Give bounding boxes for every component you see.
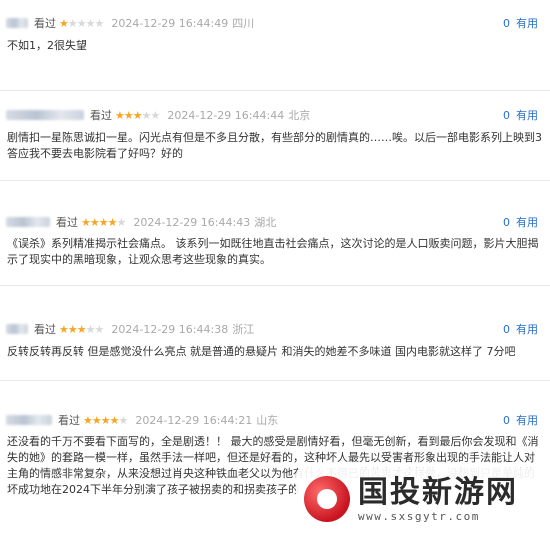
useful-button[interactable]: 0 有用 bbox=[503, 105, 538, 125]
star-empty-icon: ★ bbox=[94, 322, 105, 336]
star-empty-icon: ★ bbox=[85, 322, 96, 336]
star-filled-icon: ★ bbox=[109, 413, 120, 427]
useful-count: 0 bbox=[503, 413, 510, 427]
review-location: 浙江 bbox=[232, 323, 255, 336]
star-empty-icon: ★ bbox=[116, 215, 127, 229]
star-filled-icon: ★ bbox=[81, 215, 91, 229]
review-time: 2024-12-29 16:44:44 bbox=[167, 108, 285, 122]
user-avatar-blurred[interactable] bbox=[6, 18, 28, 28]
watermark-url: www.sxsgytr.com bbox=[358, 509, 480, 523]
review-location: 湖北 bbox=[254, 216, 277, 229]
star-empty-icon: ★ bbox=[85, 16, 96, 30]
star-filled-icon: ★ bbox=[67, 322, 78, 336]
useful-label: 有用 bbox=[516, 414, 538, 427]
review-text: 不如1，2很失望 bbox=[7, 39, 87, 52]
user-avatar-blurred[interactable] bbox=[6, 324, 28, 334]
star-empty-icon: ★ bbox=[67, 16, 78, 30]
star-filled-icon: ★ bbox=[91, 413, 102, 427]
divider bbox=[0, 285, 550, 286]
review-time: 2024-12-29 16:44:49 bbox=[111, 16, 229, 30]
watch-status: 看过 bbox=[90, 109, 112, 122]
useful-count: 0 bbox=[503, 215, 510, 229]
watch-status: 看过 bbox=[34, 323, 56, 336]
useful-button[interactable]: 0 有用 bbox=[503, 13, 538, 33]
review-meta: 看过 ★ ★ ★ ★ ★ 2024-12-29 16:44:49 四川 bbox=[6, 13, 254, 33]
review-meta: 看过 ★ ★ ★ ★ ★ 2024-12-29 16:44:43 湖北 bbox=[6, 212, 276, 232]
watermark-logo-icon bbox=[304, 476, 350, 522]
star-empty-icon: ★ bbox=[150, 108, 161, 122]
star-filled-icon: ★ bbox=[76, 322, 87, 336]
star-filled-icon: ★ bbox=[59, 16, 69, 30]
watch-status: 看过 bbox=[56, 216, 78, 229]
useful-button[interactable]: 0 有用 bbox=[503, 410, 538, 430]
star-filled-icon: ★ bbox=[107, 215, 118, 229]
star-rating: ★ ★ ★ ★ ★ bbox=[81, 215, 127, 229]
star-empty-icon: ★ bbox=[118, 413, 129, 427]
review-text: 反转反转再反转 但是感觉没什么亮点 就是普通的悬疑片 和消失的她差不多味道 国内… bbox=[7, 345, 516, 358]
review-time: 2024-12-29 16:44:21 bbox=[135, 413, 253, 427]
useful-label: 有用 bbox=[516, 17, 538, 30]
star-filled-icon: ★ bbox=[98, 215, 109, 229]
useful-button[interactable]: 0 有用 bbox=[503, 212, 538, 232]
review-meta: 看过 ★ ★ ★ ★ ★ 2024-12-29 16:44:21 山东 bbox=[6, 410, 278, 430]
review-time: 2024-12-29 16:44:43 bbox=[133, 215, 251, 229]
useful-count: 0 bbox=[503, 322, 510, 336]
user-avatar-blurred[interactable] bbox=[6, 217, 50, 227]
review-location: 北京 bbox=[288, 109, 311, 122]
star-empty-icon: ★ bbox=[141, 108, 152, 122]
site-watermark: 国投新游网 www.sxsgytr.com bbox=[296, 468, 546, 530]
star-filled-icon: ★ bbox=[59, 322, 69, 336]
watermark-title: 国投新游网 bbox=[358, 474, 518, 510]
watch-status: 看过 bbox=[58, 414, 80, 427]
star-rating: ★ ★ ★ ★ ★ bbox=[59, 322, 105, 336]
useful-label: 有用 bbox=[516, 216, 538, 229]
useful-count: 0 bbox=[503, 16, 510, 30]
useful-button[interactable]: 0 有用 bbox=[503, 319, 538, 339]
review-meta: 看过 ★ ★ ★ ★ ★ 2024-12-29 16:44:38 浙江 bbox=[6, 319, 254, 339]
review-location: 四川 bbox=[232, 17, 255, 30]
star-filled-icon: ★ bbox=[123, 108, 134, 122]
star-filled-icon: ★ bbox=[100, 413, 111, 427]
star-filled-icon: ★ bbox=[132, 108, 143, 122]
star-rating: ★ ★ ★ ★ ★ bbox=[83, 413, 129, 427]
watermark-text: 国投新游网 www.sxsgytr.com bbox=[358, 474, 518, 523]
divider bbox=[0, 380, 550, 381]
useful-count: 0 bbox=[503, 108, 510, 122]
review-text: 剧情扣一星陈思诚扣一星。闪光点有但是不多且分散，有些部分的剧情真的……唉。以后一… bbox=[7, 131, 542, 160]
divider bbox=[0, 180, 550, 181]
star-filled-icon: ★ bbox=[115, 108, 125, 122]
user-avatar-blurred[interactable] bbox=[6, 110, 84, 120]
useful-label: 有用 bbox=[516, 109, 538, 122]
star-empty-icon: ★ bbox=[76, 16, 87, 30]
star-filled-icon: ★ bbox=[89, 215, 100, 229]
review-time: 2024-12-29 16:44:38 bbox=[111, 322, 229, 336]
star-empty-icon: ★ bbox=[94, 16, 105, 30]
divider bbox=[0, 90, 550, 91]
watch-status: 看过 bbox=[34, 17, 56, 30]
useful-label: 有用 bbox=[516, 323, 538, 336]
review-text: 《误杀》系列精准揭示社会痛点。 该系列一如既往地直击社会痛点，这次讨论的是人口贩… bbox=[7, 237, 539, 266]
star-rating: ★ ★ ★ ★ ★ bbox=[59, 16, 105, 30]
review-meta: 看过 ★ ★ ★ ★ ★ 2024-12-29 16:44:44 北京 bbox=[6, 105, 310, 125]
star-filled-icon: ★ bbox=[83, 413, 93, 427]
review-location: 山东 bbox=[256, 414, 279, 427]
star-rating: ★ ★ ★ ★ ★ bbox=[115, 108, 161, 122]
user-avatar-blurred[interactable] bbox=[6, 415, 52, 425]
